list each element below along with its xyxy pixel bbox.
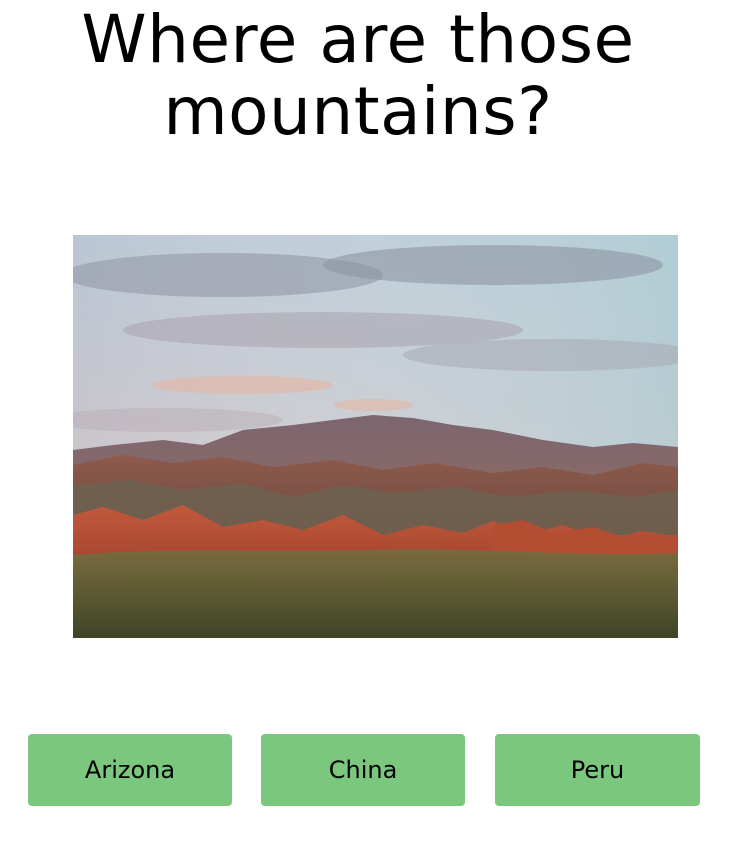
answer-arizona-button[interactable]: Arizona: [28, 734, 232, 806]
mountain-photo-illustration: [73, 235, 678, 638]
answer-options: Arizona China Peru: [28, 734, 700, 806]
question-line-1: Where are those: [81, 1, 635, 78]
question-title: Where are those mountains?: [0, 4, 716, 148]
answer-peru-button[interactable]: Peru: [495, 734, 700, 806]
answer-china-button[interactable]: China: [261, 734, 465, 806]
question-line-2: mountains?: [163, 73, 553, 150]
mountain-photo: [73, 235, 678, 638]
